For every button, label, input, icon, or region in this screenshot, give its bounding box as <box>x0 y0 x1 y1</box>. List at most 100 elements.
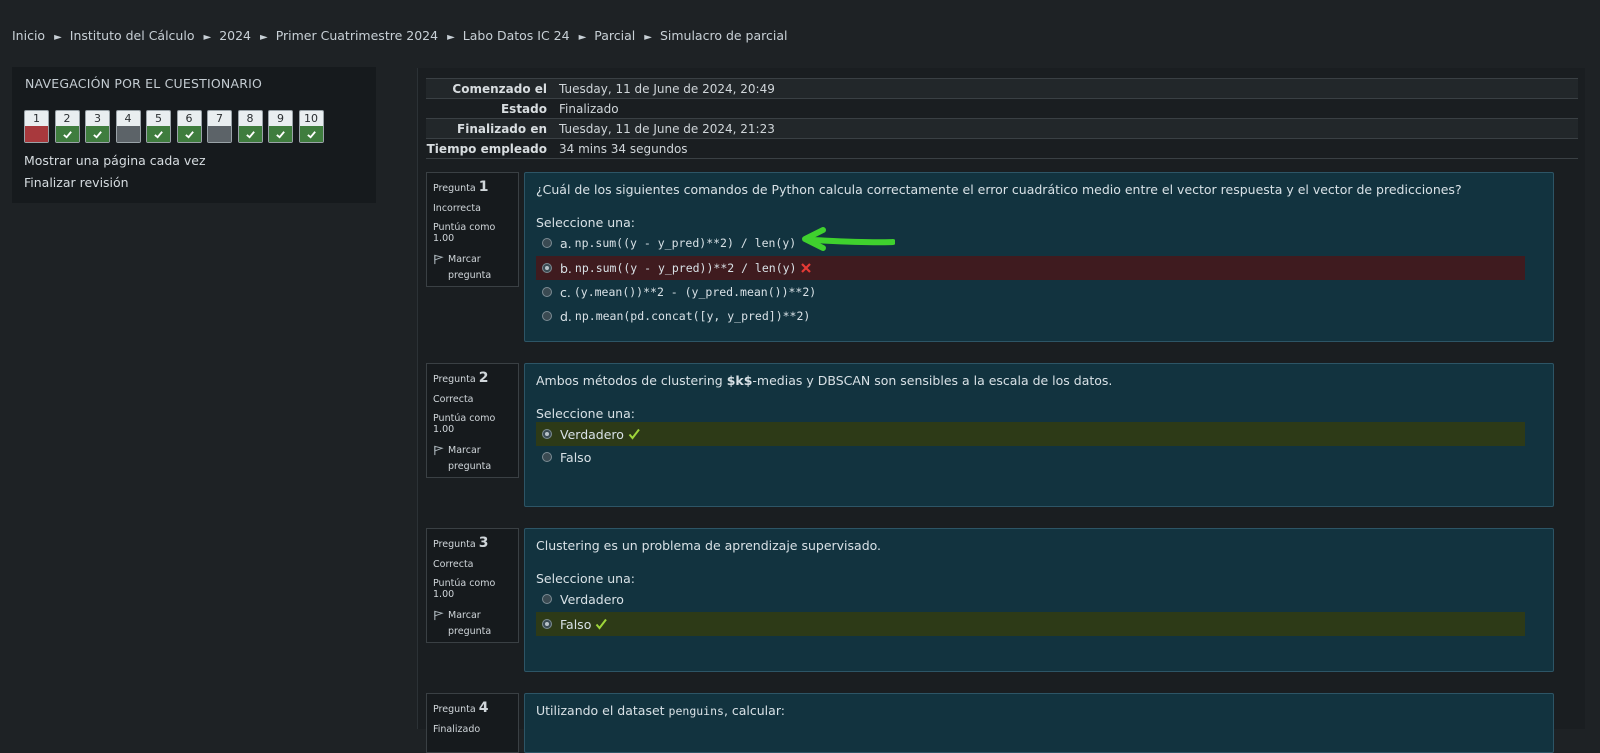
flag-question-button[interactable]: Marcar pregunta <box>433 608 513 640</box>
question-number: 6 <box>185 112 193 125</box>
summary-value: Finalizado <box>559 101 619 116</box>
breadcrumb-parcial[interactable]: Parcial <box>594 28 635 43</box>
question-text-pre: Utilizando el dataset <box>536 703 669 718</box>
summary-label: Tiempo empleado <box>426 141 547 156</box>
breadcrumb-term[interactable]: Primer Cuatrimestre 2024 <box>276 28 438 43</box>
correct-state-bar <box>55 126 79 142</box>
flag-question-label: Marcar pregunta <box>448 254 492 281</box>
radio-button-selected[interactable] <box>542 263 552 273</box>
pregunta-label: Pregunta <box>433 374 476 385</box>
question-1: Pregunta 1 Incorrecta Puntúa como 1.00 M… <box>426 172 1578 342</box>
complete-state-bar <box>116 126 140 142</box>
quiz-nav-question-8[interactable]: 8 <box>237 110 263 143</box>
radio-button-selected[interactable] <box>542 619 552 629</box>
answer-option-a[interactable]: a. np.sum((y - y_pred)**2) / len(y) <box>536 231 1525 255</box>
arrow-annotation <box>802 227 895 251</box>
summary-row-state: Estado Finalizado <box>426 99 1578 119</box>
question-content: Clustering es un problema de aprendizaje… <box>524 528 1554 672</box>
answer-option-b[interactable]: b. np.sum((y - y_pred))**2 / len(y) <box>536 256 1525 280</box>
question-3: Pregunta 3 Correcta Puntúa como 1.00 Mar… <box>426 528 1578 672</box>
pregunta-label: Pregunta <box>433 704 476 715</box>
answer-option-false[interactable]: Falso <box>536 612 1525 636</box>
quiz-nav-question-10[interactable]: 10 <box>298 110 324 143</box>
quiz-navigation-title: NAVEGACIÓN POR EL CUESTIONARIO <box>25 76 262 91</box>
question-text: Clustering es un problema de aprendizaje… <box>536 538 882 553</box>
question-content: Ambos métodos de clustering $k$-medias y… <box>524 363 1554 507</box>
quiz-nav-question-9[interactable]: 9 <box>268 110 293 143</box>
question-text-pre: Ambos métodos de clustering <box>536 373 727 388</box>
radio-button[interactable] <box>542 287 552 297</box>
radio-button[interactable] <box>542 311 552 321</box>
breadcrumb-separator: ► <box>260 32 268 43</box>
question-number-value: 3 <box>478 535 489 551</box>
summary-value: Tuesday, 11 de June de 2024, 21:23 <box>559 121 775 136</box>
question-number-label: Pregunta 4 <box>433 700 513 716</box>
question-number-value: 2 <box>478 370 489 386</box>
summary-row-started: Comenzado el Tuesday, 11 de June de 2024,… <box>426 78 1578 99</box>
question-number: 8 <box>246 112 254 125</box>
question-info: Pregunta 4 Finalizado <box>426 693 519 753</box>
answer-option-true[interactable]: Verdadero <box>536 422 1525 446</box>
breadcrumb-inicio[interactable]: Inicio <box>12 28 45 43</box>
flag-question-button[interactable]: Marcar pregunta <box>433 252 513 284</box>
question-text: ¿Cuál de los siguientes comandos de Pyth… <box>536 182 1462 197</box>
question-number-label: Pregunta 2 <box>433 370 513 386</box>
quiz-nav-question-4[interactable]: 4 <box>115 110 141 143</box>
correct-state-bar <box>299 126 323 142</box>
option-code: np.sum((y - y_pred))**2 / len(y) <box>574 261 797 275</box>
question-status: Correcta <box>433 559 474 570</box>
flag-icon <box>434 445 444 456</box>
pregunta-label: Pregunta <box>433 183 476 194</box>
check-icon <box>93 130 102 139</box>
breadcrumb-separator: ► <box>447 32 455 43</box>
answer-option-c[interactable]: c. (y.mean())**2 - (y_pred.mean())**2) <box>536 280 1525 304</box>
show-one-page-link[interactable]: Mostrar una página cada vez <box>24 153 206 168</box>
complete-state-bar <box>208 126 231 142</box>
check-icon <box>184 130 194 139</box>
check-icon <box>276 130 285 139</box>
question-status: Correcta <box>433 394 474 405</box>
check-icon <box>306 130 316 139</box>
breadcrumb-course[interactable]: Labo Datos IC 24 <box>463 28 570 43</box>
flag-question-label: Marcar pregunta <box>448 610 492 637</box>
radio-button[interactable] <box>542 594 552 604</box>
question-grade: Puntúa como 1.00 <box>433 578 496 600</box>
quiz-nav-question-1[interactable]: 1 <box>24 110 49 143</box>
answer-option-true[interactable]: Verdadero <box>536 587 1525 611</box>
option-code: np.mean(pd.concat([y, y_pred])**2) <box>574 309 811 323</box>
radio-button[interactable] <box>542 238 552 248</box>
question-number: 7 <box>216 112 223 125</box>
quiz-nav-question-6[interactable]: 6 <box>176 110 202 143</box>
correct-mark <box>595 618 608 630</box>
question-text-post: , calcular: <box>723 703 785 718</box>
breadcrumb-separator: ► <box>203 32 212 43</box>
question-4: Pregunta 4 Finalizado Utilizando el data… <box>426 693 1578 753</box>
breadcrumb-instituto[interactable]: Instituto del Cálculo <box>70 28 195 43</box>
correct-mark <box>628 428 640 440</box>
question-number: 10 <box>304 112 318 125</box>
correct-state-bar <box>147 126 170 142</box>
quiz-nav-question-3[interactable]: 3 <box>85 110 110 143</box>
quiz-nav-question-5[interactable]: 5 <box>146 110 171 143</box>
radio-button[interactable] <box>542 452 552 462</box>
option-label: Falso <box>560 616 592 632</box>
answer-option-false[interactable]: Falso <box>536 445 1525 469</box>
radio-button-selected[interactable] <box>542 429 552 439</box>
question-2: Pregunta 2 Correcta Puntúa como 1.00 Mar… <box>426 363 1578 507</box>
quiz-nav-question-2[interactable]: 2 <box>54 110 80 143</box>
quiz-nav-question-7[interactable]: 7 <box>207 110 232 143</box>
breadcrumb-separator: ► <box>578 32 587 43</box>
question-status: Incorrecta <box>433 203 481 214</box>
question-info: Pregunta 2 Correcta Puntúa como 1.00 Mar… <box>426 363 519 478</box>
question-info: Pregunta 3 Correcta Puntúa como 1.00 Mar… <box>426 528 519 643</box>
question-number: 4 <box>124 112 132 125</box>
option-letter: c. <box>560 284 571 300</box>
breadcrumb-simulacro[interactable]: Simulacro de parcial <box>660 28 788 43</box>
answer-option-d[interactable]: d. np.mean(pd.concat([y, y_pred])**2) <box>536 304 1525 328</box>
flag-question-button[interactable]: Marcar pregunta <box>433 443 513 475</box>
select-one-prompt: Seleccione una: <box>536 406 635 421</box>
finish-review-link[interactable]: Finalizar revisión <box>24 175 129 190</box>
summary-label: Finalizado en <box>457 121 547 136</box>
breadcrumb-year[interactable]: 2024 <box>219 28 251 43</box>
question-text: Utilizando el dataset penguins, calcular… <box>536 703 785 718</box>
